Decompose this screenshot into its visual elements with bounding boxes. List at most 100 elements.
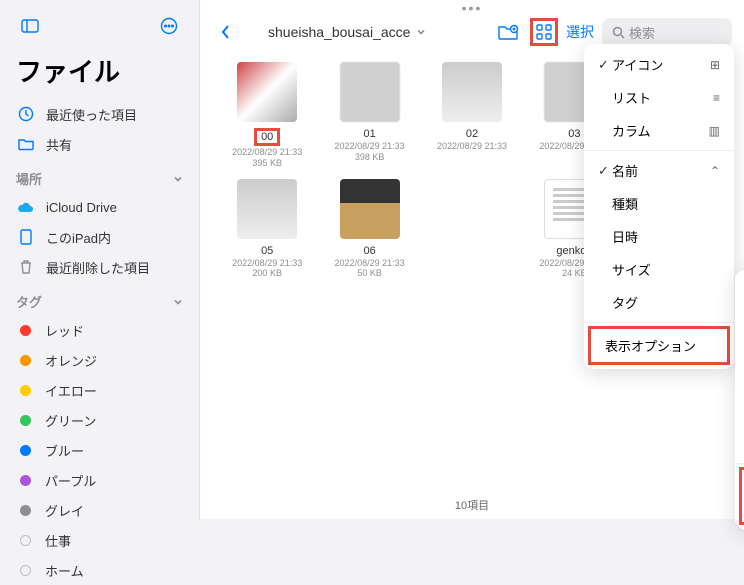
file-name: 01: [363, 128, 375, 140]
tag-item[interactable]: グレイ: [0, 495, 199, 525]
view-mode-button[interactable]: [530, 18, 558, 46]
tag-dot-icon: [20, 535, 31, 546]
file-thumbnail: [340, 179, 400, 239]
group-label: グループ: [735, 274, 744, 295]
file-date: 2022/08/29 21:33: [335, 258, 405, 269]
group-submenu: グループ ✓なし 種類 日時 サイズ 共有元 すべての拡張子を表示: [735, 270, 744, 529]
file-date: 2022/08/29 21:33: [437, 141, 507, 152]
tag-dot-icon: [20, 415, 31, 426]
file-size: 398 KB: [355, 152, 385, 163]
search-icon: [612, 26, 625, 39]
sidebar-trash[interactable]: 最近削除した項目: [0, 252, 199, 282]
file-item[interactable]: 062022/08/29 21:3350 KB: [322, 179, 416, 284]
breadcrumb[interactable]: shueisha_bousai_acce: [248, 24, 486, 40]
tag-label: グリーン: [45, 411, 96, 430]
file-name: 06: [363, 245, 375, 257]
app-title: ファイル: [0, 48, 199, 99]
file-thumbnail: [442, 62, 502, 122]
file-size: 50 KB: [357, 268, 382, 279]
view-menu: ✓アイコン⊞ リスト≡ カラム▥ ✓名前⌃ 種類 日時 サイズ タグ 表示オプシ…: [584, 44, 734, 369]
search-input[interactable]: 検索: [602, 18, 732, 47]
chevron-down-icon: [173, 174, 183, 184]
grid-glyph-icon: ⊞: [704, 58, 720, 72]
tag-item[interactable]: パープル: [0, 465, 199, 495]
sidebar-recent[interactable]: 最近使った項目: [0, 99, 199, 129]
more-icon[interactable]: [155, 12, 183, 40]
group-date[interactable]: 日時: [735, 361, 744, 394]
menu-tags[interactable]: タグ: [584, 286, 734, 319]
sidebar-icloud[interactable]: iCloud Drive: [0, 192, 199, 222]
tag-label: オレンジ: [45, 351, 97, 370]
sidebar-ipad[interactable]: このiPad内: [0, 222, 199, 252]
list-glyph-icon: ≡: [704, 91, 720, 105]
tags-header[interactable]: タグ: [0, 282, 199, 315]
menu-name[interactable]: ✓名前⌃: [584, 154, 734, 187]
menu-column[interactable]: カラム▥: [584, 114, 734, 147]
tag-item[interactable]: グリーン: [0, 405, 199, 435]
select-button[interactable]: 選択: [566, 22, 594, 42]
locations-header[interactable]: 場所: [0, 159, 199, 192]
tag-dot-icon: [20, 385, 31, 396]
sidebar-item-label: 最近削除した項目: [46, 258, 150, 277]
file-date: 2022/08/29 21:33: [232, 147, 302, 158]
tag-label: ブルー: [45, 441, 84, 460]
file-size: 24 KB: [562, 268, 587, 279]
tag-label: グレイ: [45, 501, 84, 520]
menu-date[interactable]: 日時: [584, 220, 734, 253]
item-count: 10項目: [200, 491, 744, 519]
folder-shared-icon: [16, 137, 36, 151]
tag-item[interactable]: 仕事: [0, 525, 199, 555]
menu-display-options[interactable]: 表示オプション: [588, 326, 730, 365]
tag-dot-icon: [20, 445, 31, 456]
trash-icon: [16, 259, 36, 275]
file-name: 00: [254, 128, 280, 146]
tag-dot-icon: [20, 505, 31, 516]
tag-label: レッド: [45, 321, 84, 340]
tag-label: ホーム: [45, 561, 84, 580]
file-date: 2022/08/29 21:33: [335, 141, 405, 152]
file-name: 05: [261, 245, 273, 257]
tag-label: イエロー: [45, 381, 97, 400]
file-name: 02: [466, 128, 478, 140]
tag-label: パープル: [45, 471, 96, 490]
file-thumbnail: [237, 179, 297, 239]
menu-size[interactable]: サイズ: [584, 253, 734, 286]
file-item[interactable]: 012022/08/29 21:33398 KB: [322, 62, 416, 169]
menu-list[interactable]: リスト≡: [584, 81, 734, 114]
group-kind[interactable]: 種類: [735, 328, 744, 361]
group-size[interactable]: サイズ: [735, 394, 744, 427]
sidebar-toggle-icon[interactable]: [16, 12, 44, 40]
chevron-down-icon: [416, 27, 426, 37]
sidebar-item-label: 最近使った項目: [46, 105, 137, 124]
sidebar-item-label: このiPad内: [46, 228, 111, 247]
tag-item[interactable]: オレンジ: [0, 345, 199, 375]
tag-item[interactable]: ホーム: [0, 555, 199, 585]
column-glyph-icon: ▥: [704, 124, 720, 138]
new-folder-button[interactable]: [494, 18, 522, 46]
tag-item[interactable]: レッド: [0, 315, 199, 345]
chevron-up-icon: ⌃: [704, 164, 720, 178]
menu-icons[interactable]: ✓アイコン⊞: [584, 48, 734, 81]
drag-handle-icon: •••: [200, 0, 744, 12]
file-item[interactable]: 052022/08/29 21:33200 KB: [220, 179, 314, 284]
sidebar-item-label: iCloud Drive: [46, 200, 117, 215]
show-all-extensions[interactable]: すべての拡張子を表示: [739, 467, 744, 525]
tag-dot-icon: [20, 325, 31, 336]
tag-item[interactable]: イエロー: [0, 375, 199, 405]
back-button[interactable]: [212, 18, 240, 46]
file-name: 03: [568, 128, 580, 140]
tag-dot-icon: [20, 565, 31, 576]
file-item[interactable]: 002022/08/29 21:33395 KB: [220, 62, 314, 169]
group-none[interactable]: ✓なし: [735, 295, 744, 328]
clock-icon: [16, 106, 36, 122]
sidebar: ファイル 最近使った項目 共有 場所 iCloud Drive このiPad内 …: [0, 0, 200, 519]
file-size: 200 KB: [252, 268, 282, 279]
file-thumbnail: [340, 62, 400, 122]
file-item[interactable]: 022022/08/29 21:33: [425, 62, 519, 169]
tag-dot-icon: [20, 355, 31, 366]
tag-item[interactable]: ブルー: [0, 435, 199, 465]
sidebar-shared[interactable]: 共有: [0, 129, 199, 159]
group-shared[interactable]: 共有元: [735, 427, 744, 460]
menu-kind[interactable]: 種類: [584, 187, 734, 220]
tag-dot-icon: [20, 475, 31, 486]
